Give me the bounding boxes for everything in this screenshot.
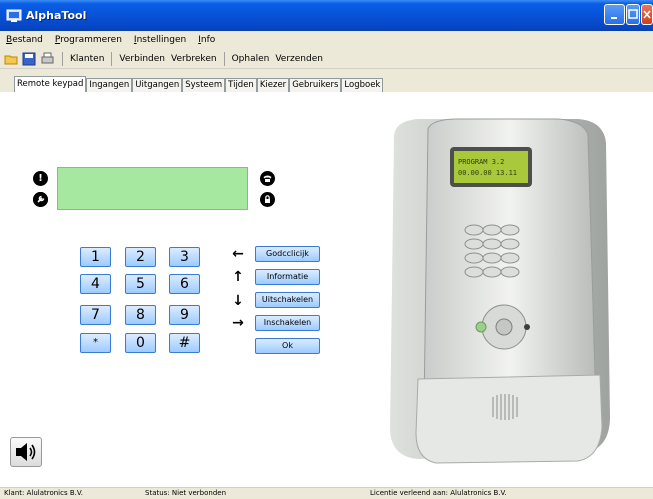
menu-info[interactable]: Info [198,35,215,45]
godcclicijk-button[interactable]: Godcclicijk [255,246,320,262]
tab-gebruikers[interactable]: Gebruikers [289,78,342,92]
tab-remote-keypad[interactable]: Remote keypad [14,76,87,92]
repair-indicator-icon [33,192,48,207]
verbreken-button[interactable]: Verbreken [171,54,217,64]
arrow-right-icon: → [232,315,244,331]
open-folder-icon[interactable] [4,52,19,66]
tab-systeem[interactable]: Systeem [182,78,226,92]
klanten-button[interactable]: Klanten [70,54,104,64]
title-bar: AlphaTool [0,0,653,31]
lcd-display [57,167,248,210]
lock-icon [260,192,275,207]
arrow-up-icon: ↑ [232,269,244,285]
uitschakelen-button[interactable]: Uitschakelen [255,292,320,308]
status-licentie: Licentie verleend aan: Alulatronics B.V. [370,489,507,497]
ok-button[interactable]: Ok [255,338,320,354]
maximize-icon [628,9,638,19]
key-0[interactable]: 0 [125,333,156,353]
minimize-button[interactable] [604,4,625,25]
toolbar-separator [111,51,113,66]
arrow-left-icon: ← [232,246,244,262]
lock-indicator-icon [260,192,275,207]
ophalen-button[interactable]: Ophalen [232,54,270,64]
key-5[interactable]: 5 [125,274,156,294]
save-icon[interactable] [22,52,37,66]
key-6[interactable]: 6 [169,274,200,294]
device-lcd-line-1: PROGRAM 3.2 [458,158,504,166]
phone-icon [260,171,275,186]
tab-kiezer[interactable]: Kiezer [256,78,290,92]
key-2[interactable]: 2 [125,247,156,267]
key-7[interactable]: 7 [80,305,111,325]
verbinden-button[interactable]: Verbinden [119,54,165,64]
tab-tijden[interactable]: Tijden [225,78,257,92]
toolbar-separator [62,51,63,66]
maximize-button[interactable] [626,4,640,25]
wrench-icon [33,192,48,207]
print-icon[interactable] [40,52,55,66]
informatie-button[interactable]: Informatie [255,269,320,285]
sound-button[interactable] [10,437,42,467]
tab-strip: Remote keypad Ingangen Uitgangen Systeem… [14,76,384,92]
menu-bestand[interactable]: Bestand [6,35,43,45]
tab-logboek[interactable]: Logboek [341,78,384,92]
tab-uitgangen[interactable]: Uitgangen [132,78,183,92]
toolbar: Klanten Verbinden Verbreken Ophalen Verz… [0,49,653,69]
status-connection: Status: Niet verbonden [145,489,227,497]
device-lcd-line-2: 00.00.00 13.11 [458,169,517,177]
toolbar-separator [223,51,225,66]
key-3[interactable]: 3 [169,247,200,267]
status-klant: Klant: Alulatronics B.V. [4,489,83,497]
alarm-panel-image: PROGRAM 3.2 00.00.00 13.11 [390,118,610,464]
phone-indicator-icon [260,171,275,186]
menu-instellingen[interactable]: Instellingen [134,35,186,45]
close-button[interactable] [641,4,653,25]
key-4[interactable]: 4 [80,274,111,294]
status-bar: Klant: Alulatronics B.V. Status: Niet ve… [0,487,653,499]
minimize-icon [611,17,617,19]
tab-ingangen[interactable]: Ingangen [86,78,133,92]
key-8[interactable]: 8 [125,305,156,325]
key-star[interactable]: * [80,333,111,353]
menu-bar: Bestand Programmeren Instellingen Info [0,31,653,49]
info-indicator-icon: ! [33,171,48,186]
app-icon [6,9,22,22]
verzenden-button[interactable]: Verzenden [275,54,323,64]
inschakelen-button[interactable]: Inschakelen [255,315,320,331]
window-title: AlphaTool [26,9,87,22]
close-icon [643,10,651,19]
key-9[interactable]: 9 [169,305,200,325]
menu-programmeren[interactable]: Programmeren [55,35,122,45]
speaker-icon [16,443,36,461]
arrow-down-icon: ↓ [232,293,244,309]
key-hash[interactable]: # [169,333,200,353]
key-1[interactable]: 1 [80,247,111,267]
